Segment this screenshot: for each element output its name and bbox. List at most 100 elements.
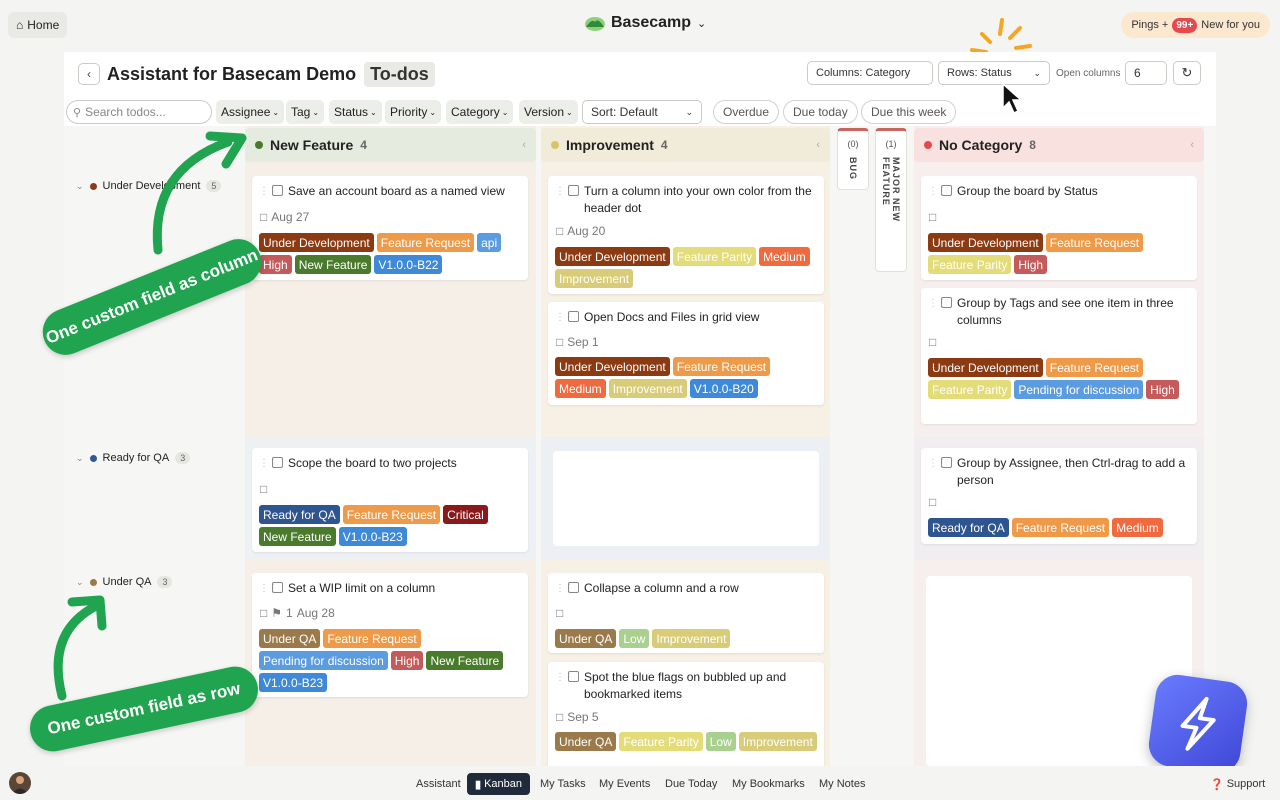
tag-badge[interactable]: Under Development xyxy=(555,247,670,266)
todo-checkbox[interactable] xyxy=(941,297,952,308)
todo-checkbox[interactable] xyxy=(568,582,579,593)
tag-badge[interactable]: Under Development xyxy=(259,233,374,252)
tag-badge[interactable]: Feature Request xyxy=(342,505,441,524)
todo-card[interactable]: ⋮⋮ Save an account board as a named view … xyxy=(252,176,528,280)
drag-handle-icon[interactable]: ⋮⋮ xyxy=(555,309,574,326)
tag-badge[interactable]: Feature Parity xyxy=(928,255,1012,274)
row-label-under-qa[interactable]: ⌄ Under QA 3 xyxy=(76,576,173,588)
tag-badge[interactable]: Under Development xyxy=(928,233,1043,252)
collapsed-column-bug[interactable]: (0) BUG xyxy=(837,128,869,190)
open-columns-input[interactable]: 6 xyxy=(1125,61,1167,85)
tag-badge[interactable]: Feature Request xyxy=(672,357,771,376)
drag-handle-icon[interactable]: ⋮⋮ xyxy=(555,669,574,703)
tag-badge[interactable]: High xyxy=(259,255,292,274)
tag-badge[interactable]: V1.0.0-B22 xyxy=(374,255,443,274)
tag-badge[interactable]: Under Development xyxy=(555,357,670,376)
chevron-down-icon[interactable]: ⌄ xyxy=(76,181,84,192)
tag-badge[interactable]: Improvement xyxy=(652,629,731,648)
todo-card[interactable]: ⋮⋮ Open Docs and Files in grid view □ Sep … xyxy=(548,302,824,405)
tag-badge[interactable]: Under Development xyxy=(928,358,1043,377)
tag-badge[interactable]: Under QA xyxy=(555,732,617,751)
tag-badge[interactable]: Feature Request xyxy=(323,629,421,648)
tag-badge[interactable]: Feature Parity xyxy=(672,247,757,266)
todo-checkbox[interactable] xyxy=(272,457,283,468)
tag-badge[interactable]: Feature Parity xyxy=(928,380,1012,399)
drag-handle-icon[interactable]: ⋮⋮ xyxy=(259,580,278,597)
todo-card[interactable]: ⋮⋮ Collapse a column and a row □ Under QA… xyxy=(548,573,824,653)
nav-my-notes[interactable]: My Notes xyxy=(811,773,873,795)
refresh-button[interactable]: ↻ xyxy=(1173,61,1201,85)
chevron-down-icon[interactable]: ⌄ xyxy=(76,453,84,464)
todo-checkbox[interactable] xyxy=(568,185,579,196)
columns-select[interactable]: Columns: Category xyxy=(807,61,933,85)
filter-priority[interactable]: Priority ⌄ xyxy=(385,100,442,124)
todo-checkbox[interactable] xyxy=(568,311,579,322)
todo-card[interactable]: ⋮⋮ Group by Tags and see one item in thre… xyxy=(921,288,1197,424)
column-header-improvement[interactable]: Improvement 4 ‹ xyxy=(541,128,830,162)
chevron-down-icon[interactable]: ⌄ xyxy=(76,577,84,588)
nav-my-events[interactable]: My Events xyxy=(591,773,658,795)
tag-badge[interactable]: Under QA xyxy=(555,629,617,648)
chevron-left-icon[interactable]: ‹ xyxy=(816,139,820,151)
home-button[interactable]: ⌂ Home xyxy=(8,12,68,38)
drag-handle-icon[interactable]: ⋮⋮ xyxy=(259,455,278,472)
tag-badge[interactable]: Medium xyxy=(759,247,810,266)
pings-button[interactable]: Pings + 99+ New for you xyxy=(1121,12,1270,38)
tag-badge[interactable]: High xyxy=(1146,380,1179,399)
tag-badge[interactable]: High xyxy=(1014,255,1048,274)
tag-badge[interactable]: New Feature xyxy=(259,527,336,546)
todo-checkbox[interactable] xyxy=(568,671,579,682)
assistant-app-icon[interactable] xyxy=(1146,672,1250,776)
drag-handle-icon[interactable]: ⋮⋮ xyxy=(928,183,947,200)
filter-category[interactable]: Category ⌄ xyxy=(446,100,514,124)
todo-checkbox[interactable] xyxy=(941,457,952,468)
tag-badge[interactable]: High xyxy=(390,651,424,670)
tag-badge[interactable]: Improvement xyxy=(608,379,687,398)
tag-badge[interactable]: Improvement xyxy=(738,732,817,751)
tag-badge[interactable]: Low xyxy=(619,629,650,648)
tag-badge[interactable]: Ready for QA xyxy=(928,518,1009,537)
todo-checkbox[interactable] xyxy=(941,185,952,196)
drag-handle-icon[interactable]: ⋮⋮ xyxy=(555,183,574,217)
row-label-ready-for-qa[interactable]: ⌄ Ready for QA 3 xyxy=(76,452,191,464)
drag-handle-icon[interactable]: ⋮⋮ xyxy=(259,183,278,200)
overdue-pill[interactable]: Overdue xyxy=(713,100,780,124)
tag-badge[interactable]: V1.0.0-B20 xyxy=(689,379,758,398)
tag-badge[interactable]: Improvement xyxy=(555,269,634,288)
drag-handle-icon[interactable]: ⋮⋮ xyxy=(928,295,947,329)
nav-kanban[interactable]: ▮ Kanban xyxy=(467,773,530,795)
filter-tag[interactable]: Tag ⌄ xyxy=(286,100,325,124)
column-color-dot[interactable] xyxy=(551,141,559,149)
brand-switcher[interactable]: Basecamp ⌄ xyxy=(585,14,706,32)
tag-badge[interactable]: Critical xyxy=(443,505,488,524)
tag-badge[interactable]: Low xyxy=(705,732,736,751)
drag-handle-icon[interactable]: ⋮⋮ xyxy=(555,580,574,597)
todo-card[interactable]: ⋮⋮ Group by Assignee, then Ctrl-drag to a… xyxy=(921,448,1197,544)
filter-status[interactable]: Status ⌄ xyxy=(329,100,382,124)
nav-assistant[interactable]: Assistant xyxy=(408,773,469,795)
todo-card[interactable]: ⋮⋮ Group the board by Status □ Under Deve… xyxy=(921,176,1197,280)
chevron-left-icon[interactable]: ‹ xyxy=(1190,139,1194,151)
column-header-no-category[interactable]: No Category 8 ‹ xyxy=(914,128,1204,162)
tag-badge[interactable]: New Feature xyxy=(426,651,504,670)
todo-card[interactable]: ⋮⋮ Scope the board to two projects □ Read… xyxy=(252,448,528,552)
tag-badge[interactable]: Feature Request xyxy=(1045,358,1144,377)
tag-badge[interactable]: Feature Request xyxy=(1045,233,1144,252)
tag-badge[interactable]: Ready for QA xyxy=(259,505,340,524)
tag-badge[interactable]: Medium xyxy=(555,379,606,398)
tag-badge[interactable]: Pending for discussion xyxy=(259,651,388,670)
search-input[interactable]: ⚲ Search todos... xyxy=(66,100,212,124)
todo-card[interactable]: ⋮⋮ Turn a column into your own color from… xyxy=(548,176,824,294)
filter-assignee[interactable]: Assignee ⌄ xyxy=(216,100,285,124)
sort-select[interactable]: Sort: Default ⌄ xyxy=(582,100,702,124)
todo-checkbox[interactable] xyxy=(272,582,283,593)
tag-badge[interactable]: api xyxy=(477,233,502,252)
todo-card[interactable]: ⋮⋮ Set a WIP limit on a column □ ⚑ 1 Aug 28 … xyxy=(252,573,528,697)
todo-card[interactable]: ⋮⋮ Spot the blue flags on bubbled up and … xyxy=(548,662,824,766)
support-link[interactable]: ❓ Support xyxy=(1202,773,1273,795)
tag-badge[interactable]: Medium xyxy=(1112,518,1163,537)
nav-my-bookmarks[interactable]: My Bookmarks xyxy=(724,773,813,795)
tag-badge[interactable]: Feature Parity xyxy=(619,732,703,751)
tag-badge[interactable]: V1.0.0-B23 xyxy=(259,673,328,692)
drag-handle-icon[interactable]: ⋮⋮ xyxy=(928,455,947,489)
